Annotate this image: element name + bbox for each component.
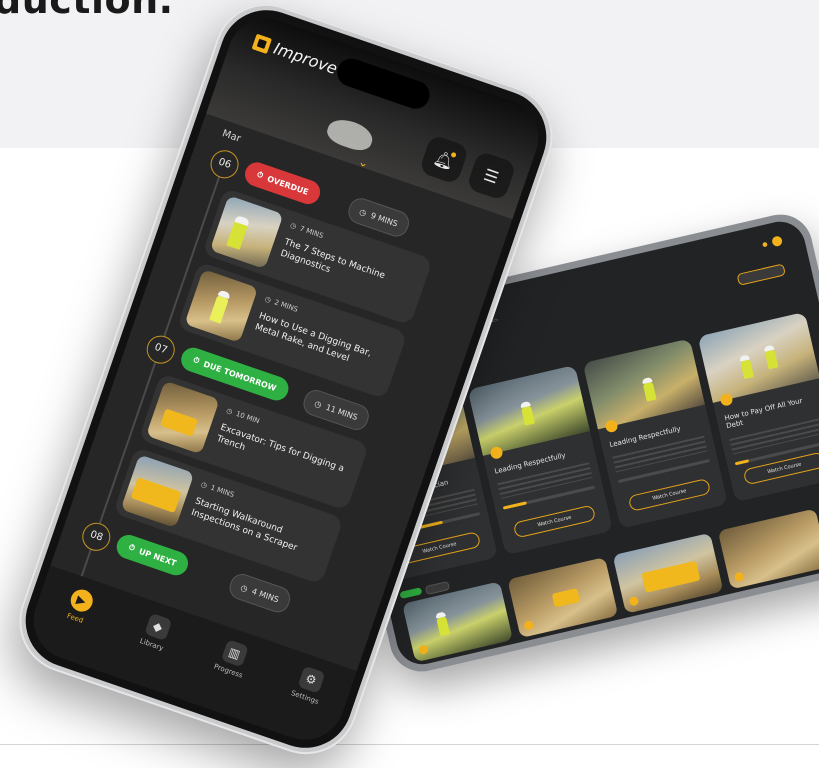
hard-hat-graphic [324, 114, 377, 155]
watch-course-button[interactable]: Watch Course [512, 504, 597, 539]
settings-icon: ⚙ [297, 665, 326, 694]
watch-course-button[interactable]: Watch Course [627, 477, 712, 512]
course-thumbnail [697, 311, 819, 407]
feed-icon: ▶ [67, 586, 96, 615]
tablet-filter-tag[interactable] [736, 263, 786, 286]
avatar[interactable] [771, 235, 784, 248]
play-icon[interactable] [418, 644, 429, 656]
progress-icon: ▥ [220, 639, 249, 668]
course-thumbnail [582, 338, 706, 434]
course-thumbnail [467, 364, 591, 460]
lesson-duration-label: 7 MINS [298, 224, 325, 241]
hamburger-icon: ☰ [481, 164, 502, 188]
status-badge-upnext: ⏱ UP NEXT [113, 531, 192, 579]
video-tile[interactable] [507, 557, 619, 639]
lesson-thumbnail [209, 195, 284, 270]
tab-settings[interactable]: ⚙ Settings [280, 661, 338, 709]
clock-icon: ◷ [225, 406, 234, 417]
divider [0, 744, 819, 745]
clock-icon: ◷ [358, 206, 368, 218]
day-marker: 08 [78, 519, 115, 555]
tablet-bell-icon[interactable]: ● [761, 240, 768, 248]
library-icon: ◆ [143, 612, 172, 641]
tab-feed[interactable]: ▶ Feed [50, 582, 108, 630]
duration-pill: ◷ 4 MINS [226, 570, 294, 616]
lesson-duration-label: 10 MIN [234, 409, 261, 426]
clock-icon: ◷ [239, 582, 250, 594]
play-icon[interactable] [523, 620, 535, 631]
lesson-duration-label: 1 MINS [209, 483, 236, 500]
lesson-duration: ◷ 7 MINS [289, 221, 324, 240]
month-label: Mar [220, 128, 243, 145]
lesson-duration: ◷ 2 MINS [264, 295, 299, 314]
day-marker: 06 [206, 146, 243, 183]
lesson-thumbnail [184, 269, 259, 343]
lesson-duration-label: 2 MINS [273, 298, 299, 314]
logo-icon [251, 33, 273, 54]
play-icon[interactable] [733, 571, 745, 583]
timer-icon: ⏱ [127, 542, 137, 553]
duration-label: 4 MINS [250, 586, 281, 604]
lesson-title: Excavator: Tips for Digging a Trench [215, 422, 346, 475]
status-badge-label: OVERDUE [266, 173, 310, 197]
video-tile[interactable] [717, 508, 819, 590]
lesson-title: Starting Walkaround Inspections on a Scr… [189, 496, 299, 554]
tablet-profile[interactable]: ● [761, 235, 784, 249]
play-icon[interactable] [489, 445, 504, 460]
play-icon[interactable] [604, 419, 619, 434]
page-headline: duction. [0, 0, 174, 22]
status-badge-label: DUE TOMORROW [202, 359, 278, 393]
lesson-thumbnail [145, 380, 220, 455]
watch-course-button[interactable]: Watch Course [742, 451, 819, 486]
timer-icon: ⏱ [191, 355, 201, 366]
clock-icon: ◷ [313, 398, 323, 410]
clock-icon: ◷ [289, 221, 298, 231]
play-icon[interactable] [628, 595, 640, 607]
status-badge-label: UP NEXT [137, 546, 178, 568]
lesson-thumbnail [120, 454, 195, 529]
status-chip [399, 587, 423, 599]
tab-progress[interactable]: ▥ Progress [203, 635, 261, 683]
lesson-title: How to Use a Digging Bar, Metal Rake, an… [253, 311, 373, 365]
tab-label: Feed [65, 611, 85, 625]
tab-library[interactable]: ◆ Library [127, 608, 185, 656]
lesson-duration: ◷ 1 MINS [200, 480, 235, 499]
bottom-tab-bar: ▶ Feed ◆ Library ▥ Progress ⚙ Settings [23, 565, 357, 751]
duration-label: 11 MINS [324, 402, 359, 422]
video-tile[interactable] [612, 532, 724, 614]
lesson-title: The 7 Steps to Machine Diagnostics [278, 237, 387, 282]
clock-icon: ◷ [199, 480, 209, 490]
play-icon[interactable] [719, 392, 734, 407]
timer-icon: ⏱ [255, 169, 265, 181]
day-marker: 07 [142, 331, 179, 368]
clock-icon: ◷ [263, 295, 273, 305]
lesson-duration: ◷ 10 MIN [225, 407, 260, 426]
duration-label: 9 MINS [369, 210, 400, 229]
bell-icon: 🔔︎ [431, 147, 457, 172]
